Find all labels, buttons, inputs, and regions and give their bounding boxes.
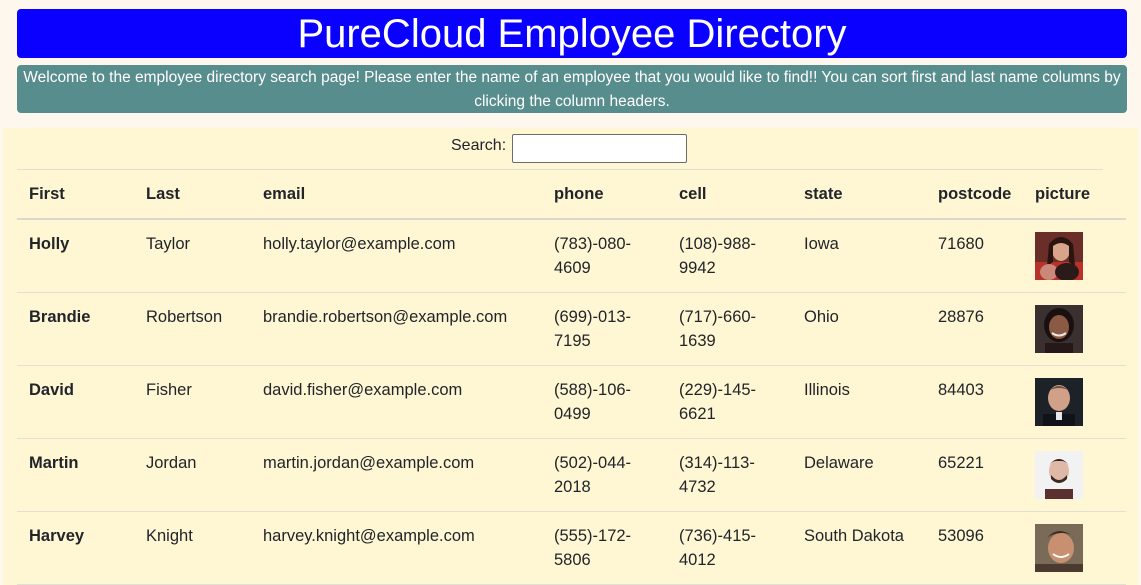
last-name-cell: Fisher [134,365,251,439]
phone-cell: (783)-080-4609 [542,219,667,293]
cell-phone-cell: (108)-988-9942 [667,219,792,293]
last-name-cell: Robertson [134,292,251,366]
cell-phone-cell: (717)-660-1639 [667,292,792,366]
column-header-state: state [792,170,926,220]
state-cell: Illinois [792,365,926,439]
email-cell: harvey.knight@example.com [251,511,542,585]
directory-panel: Search: First Last email phone cell stat… [3,128,1138,585]
welcome-message: Welcome to the employee directory search… [17,65,1127,113]
phone-cell: (699)-013-7195 [542,292,667,366]
picture-cell [1023,365,1126,439]
first-name-cell: Brandie [17,292,134,366]
column-header-postcode: postcode [926,170,1023,220]
cell-phone-cell: (229)-145-6621 [667,365,792,439]
employee-photo [1035,451,1083,499]
employee-table: First Last email phone cell state postco… [17,170,1126,585]
picture-cell [1023,219,1126,293]
email-cell: brandie.robertson@example.com [251,292,542,366]
phone-cell: (588)-106-0499 [542,365,667,439]
table-row: Harvey Knight harvey.knight@example.com … [17,511,1126,585]
employee-photo [1035,232,1083,280]
search-input[interactable] [512,134,687,163]
table-row: David Fisher david.fisher@example.com (5… [17,365,1126,439]
last-name-cell: Jordan [134,438,251,512]
table-row: Martin Jordan martin.jordan@example.com … [17,438,1126,512]
state-cell: South Dakota [792,511,926,585]
state-cell: Delaware [792,438,926,512]
first-name-cell: Holly [17,219,134,293]
search-row: Search: [3,133,1138,169]
table-row: Holly Taylor holly.taylor@example.com (7… [17,219,1126,293]
state-cell: Ohio [792,292,926,366]
picture-cell [1023,292,1126,366]
first-name-cell: David [17,365,134,439]
picture-cell [1023,438,1126,512]
last-name-cell: Taylor [134,219,251,293]
column-header-last[interactable]: Last [134,170,251,220]
postcode-cell: 65221 [926,438,1023,512]
email-cell: holly.taylor@example.com [251,219,542,293]
phone-cell: (555)-172-5806 [542,511,667,585]
last-name-cell: Knight [134,511,251,585]
column-header-email: email [251,170,542,220]
employee-photo [1035,305,1083,353]
first-name-cell: Harvey [17,511,134,585]
column-header-picture: picture [1023,170,1126,220]
column-header-cell: cell [667,170,792,220]
postcode-cell: 71680 [926,219,1023,293]
phone-cell: (502)-044-2018 [542,438,667,512]
table-row: Brandie Robertson brandie.robertson@exam… [17,292,1126,366]
cell-phone-cell: (736)-415-4012 [667,511,792,585]
cell-phone-cell: (314)-113-4732 [667,438,792,512]
employee-photo [1035,524,1083,572]
postcode-cell: 28876 [926,292,1023,366]
postcode-cell: 84403 [926,365,1023,439]
column-header-phone: phone [542,170,667,220]
postcode-cell: 53096 [926,511,1023,585]
page-title: PureCloud Employee Directory [17,9,1127,58]
column-header-first[interactable]: First [17,170,134,220]
email-cell: martin.jordan@example.com [251,438,542,512]
state-cell: Iowa [792,219,926,293]
first-name-cell: Martin [17,438,134,512]
picture-cell [1023,511,1126,585]
email-cell: david.fisher@example.com [251,365,542,439]
employee-photo [1035,378,1083,426]
search-label: Search: [451,137,507,154]
table-header-row: First Last email phone cell state postco… [17,170,1126,220]
